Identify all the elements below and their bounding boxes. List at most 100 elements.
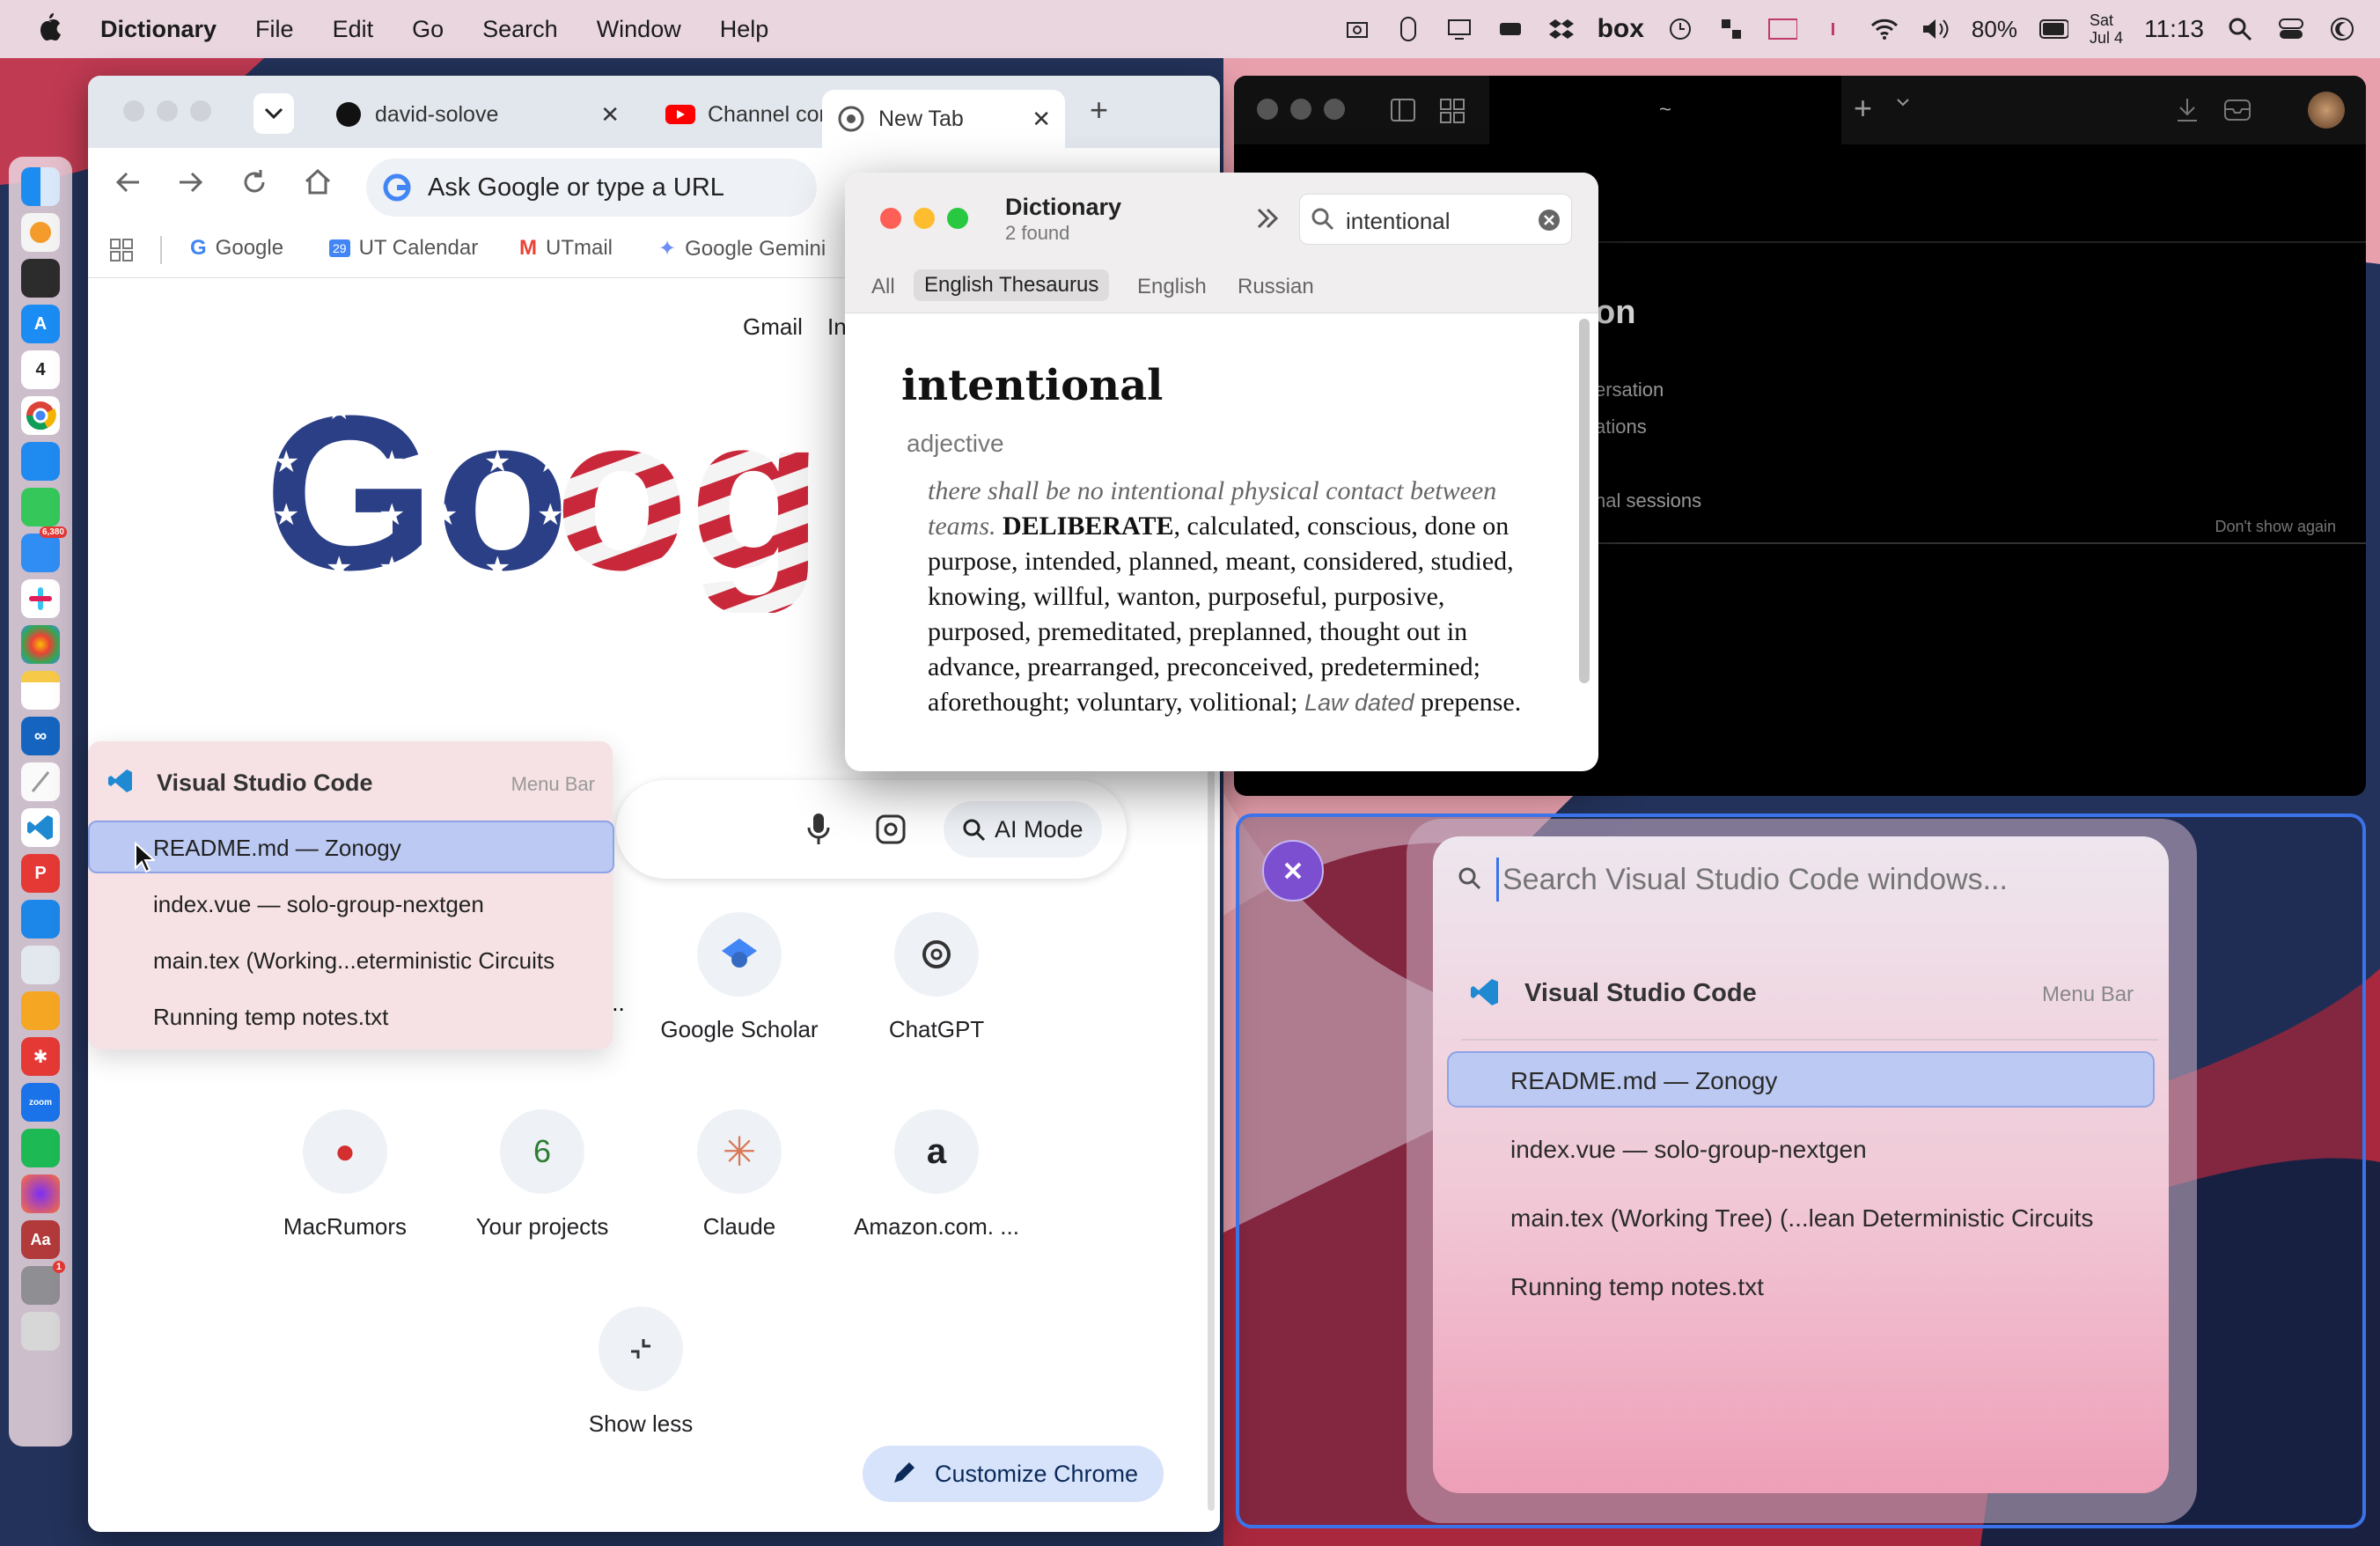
- close-button[interactable]: [1257, 99, 1278, 120]
- screenshot-tool-icon[interactable]: [1342, 14, 1372, 44]
- minimize-button[interactable]: [157, 100, 178, 121]
- double-chevron-icon[interactable]: [1255, 206, 1280, 235]
- microphone-icon[interactable]: [806, 812, 831, 851]
- sidebar-toggle-icon[interactable]: [1391, 99, 1415, 126]
- box-icon[interactable]: box: [1598, 14, 1644, 44]
- focus-icon[interactable]: [2327, 14, 2357, 44]
- preview-icon[interactable]: [21, 946, 60, 984]
- grid-view-icon[interactable]: [1440, 99, 1465, 128]
- mouse-icon[interactable]: [1393, 14, 1423, 44]
- photos-icon[interactable]: [21, 625, 60, 664]
- customize-chrome-button[interactable]: Customize Chrome: [863, 1446, 1164, 1502]
- bing-icon[interactable]: [21, 213, 60, 252]
- terminal-tab[interactable]: ~: [1489, 76, 1841, 144]
- new-tab-icon[interactable]: +: [1854, 90, 1872, 127]
- filter-english[interactable]: English: [1137, 275, 1207, 299]
- home-icon[interactable]: [303, 167, 333, 202]
- tab-new-tab[interactable]: New Tab ✕: [822, 90, 1065, 148]
- menu-edit[interactable]: Edit: [333, 16, 374, 43]
- pdf-app-icon[interactable]: P: [21, 854, 60, 893]
- dictionary-scrollbar[interactable]: [1579, 319, 1590, 683]
- close-switcher-button[interactable]: [1262, 840, 1324, 902]
- vscode-icon[interactable]: [21, 808, 60, 847]
- vscode-window-item[interactable]: main.tex (Working...eterministic Circuit…: [153, 947, 555, 975]
- forward-icon[interactable]: [176, 167, 206, 202]
- bookmark-utmail[interactable]: M UTmail: [519, 236, 613, 261]
- menu-app-name[interactable]: Dictionary: [100, 16, 217, 43]
- menu-help[interactable]: Help: [720, 16, 769, 43]
- battery-percent[interactable]: 80%: [1972, 16, 2017, 43]
- close-button[interactable]: [123, 100, 144, 121]
- clear-search-icon[interactable]: [1538, 209, 1561, 236]
- time-machine-icon[interactable]: [1665, 14, 1695, 44]
- textedit-icon[interactable]: [21, 762, 60, 801]
- back-icon[interactable]: [113, 167, 143, 202]
- menu-bar-box-icon[interactable]: [1767, 14, 1797, 44]
- inbox-icon[interactable]: [2223, 97, 2251, 126]
- react-app-icon[interactable]: ✱: [21, 1037, 60, 1076]
- pages-icon[interactable]: [21, 991, 60, 1030]
- filter-all[interactable]: All: [871, 275, 895, 299]
- shortcut-amazon[interactable]: a Amazon.com. ...: [848, 1109, 1025, 1240]
- app-store-icon[interactable]: A: [21, 305, 60, 343]
- date-stack[interactable]: Sat Jul 4: [2090, 11, 2123, 47]
- zoom-button[interactable]: [190, 100, 211, 121]
- show-less-button[interactable]: Show less: [553, 1307, 729, 1438]
- switcher-search-input[interactable]: [1496, 858, 2130, 902]
- vscode-window-item[interactable]: README.md — Zonogy: [153, 835, 401, 862]
- trash-icon[interactable]: [21, 1312, 60, 1351]
- firefox-icon[interactable]: [21, 1174, 60, 1213]
- finder-icon[interactable]: [21, 167, 60, 206]
- tab-close-icon[interactable]: ✕: [600, 101, 620, 129]
- shortcut-google-scholar[interactable]: Google Scholar: [651, 912, 827, 1043]
- tab-close-icon[interactable]: ✕: [1032, 106, 1051, 133]
- menu-window[interactable]: Window: [597, 16, 681, 43]
- vpn-icon[interactable]: [1495, 14, 1525, 44]
- new-tab-button[interactable]: +: [1090, 92, 1108, 129]
- close-button[interactable]: [880, 208, 901, 229]
- google-doodle[interactable]: ★ Go og: [264, 370, 933, 617]
- shortcut-your-projects[interactable]: 6 Your projects: [454, 1109, 630, 1240]
- notes-icon[interactable]: [21, 671, 60, 710]
- zoom-button[interactable]: [1324, 99, 1345, 120]
- images-link[interactable]: In: [827, 313, 847, 341]
- shortcut-macrumors[interactable]: ● MacRumors: [257, 1109, 433, 1240]
- wifi-icon[interactable]: [1869, 14, 1899, 44]
- dont-show-again-link[interactable]: Don't show again: [2215, 518, 2336, 536]
- menu-search[interactable]: Search: [482, 16, 558, 43]
- spotlight-icon[interactable]: [2225, 14, 2255, 44]
- minimize-button[interactable]: [914, 208, 935, 229]
- slack-status-icon[interactable]: [1716, 14, 1746, 44]
- google-lens-icon[interactable]: [875, 813, 907, 850]
- minimize-button[interactable]: [1290, 99, 1311, 120]
- infinity-app-icon[interactable]: ∞: [21, 717, 60, 755]
- mail-icon[interactable]: 6,380: [21, 526, 67, 572]
- clock[interactable]: 11:13: [2144, 15, 2204, 43]
- shortcut-claude[interactable]: ✳ Claude: [651, 1109, 827, 1240]
- dictionary-search-field[interactable]: intentional: [1299, 194, 1572, 245]
- download-icon[interactable]: [2176, 97, 2199, 128]
- tab-search-button[interactable]: [253, 93, 294, 134]
- zoom-button[interactable]: [947, 208, 968, 229]
- search-box[interactable]: AI Mode: [616, 780, 1127, 879]
- dropbox-icon[interactable]: [1546, 14, 1576, 44]
- dictionary-app-icon[interactable]: Aa: [21, 1220, 60, 1259]
- control-center-icon[interactable]: [2276, 14, 2306, 44]
- volume-icon[interactable]: [1921, 14, 1950, 44]
- vscode-window-item[interactable]: Running temp notes.txt: [153, 1004, 388, 1031]
- switcher-window-item[interactable]: README.md — Zonogy: [1510, 1067, 1777, 1095]
- bookmark-ut-calendar[interactable]: 29 UT Calendar: [329, 236, 478, 261]
- bookmark-google[interactable]: G Google: [190, 236, 283, 261]
- messages-icon[interactable]: [21, 488, 60, 526]
- zoom-icon[interactable]: zoom: [21, 1083, 60, 1122]
- shortcut-chatgpt[interactable]: ChatGPT: [848, 912, 1025, 1043]
- menu-file[interactable]: File: [255, 16, 294, 43]
- spotify-icon[interactable]: [21, 1129, 60, 1167]
- system-settings-icon[interactable]: 1: [21, 1261, 65, 1305]
- switcher-window-item[interactable]: main.tex (Working Tree) (...lean Determi…: [1510, 1204, 2093, 1233]
- filter-english-thesaurus[interactable]: English Thesaurus: [914, 269, 1110, 301]
- slack-icon[interactable]: [21, 579, 60, 618]
- terminal-app-icon[interactable]: [21, 259, 60, 298]
- chrome-icon[interactable]: [21, 396, 60, 435]
- audio-meter-icon[interactable]: [1818, 14, 1848, 44]
